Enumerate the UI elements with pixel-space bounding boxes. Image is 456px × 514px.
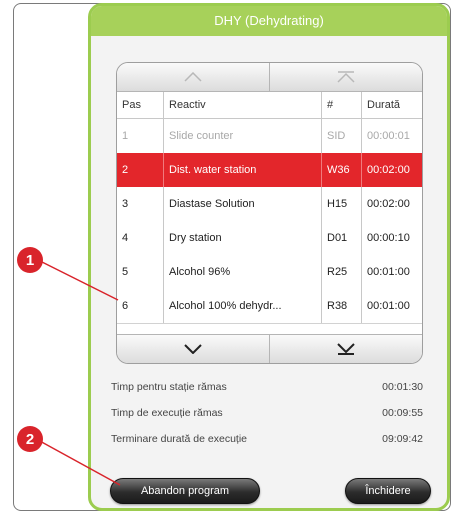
table-header: Pas Reactiv # Durată — [117, 92, 422, 119]
callout-2: 2 — [17, 426, 43, 452]
row-reagent: Slide counter — [164, 119, 322, 153]
scroll-bottom-bar — [117, 334, 422, 363]
row-duration: 00:00:01 — [367, 130, 410, 142]
row-step: 4 — [117, 221, 164, 255]
row-reagent: Dist. water station — [164, 153, 322, 187]
table-row[interactable]: 3 Diastase Solution H15 00:02:00 — [117, 187, 422, 222]
remaining-station-time: Timp pentru stație rămas 00:01:30 — [111, 381, 423, 397]
table-row-active[interactable]: 2 Dist. water station W36 00:02:00 — [117, 153, 422, 188]
row-code: SID — [322, 119, 362, 153]
scroll-to-top-button[interactable] — [269, 63, 422, 91]
scroll-top-bar — [117, 63, 422, 92]
header-duration: Durată — [367, 99, 401, 111]
remaining-run-time: Timp de execuție rămas 00:09:55 — [111, 407, 423, 423]
run-end-value: 09:09:42 — [382, 433, 423, 445]
row-step: 6 — [117, 289, 164, 323]
row-code: W36 — [322, 153, 362, 187]
table-row[interactable]: 5 Alcohol 96% R25 00:01:00 — [117, 255, 422, 290]
remaining-run-value: 00:09:55 — [382, 407, 423, 419]
row-step: 2 — [117, 153, 164, 187]
row-duration: 00:02:00 — [367, 164, 410, 176]
row-step: 1 — [117, 119, 164, 153]
row-step: 5 — [117, 255, 164, 289]
scroll-up-button[interactable] — [117, 63, 269, 91]
program-steps-table: Pas Reactiv # Durată 1 Slide counter SID… — [116, 62, 423, 364]
row-reagent: Alcohol 96% — [164, 255, 322, 289]
row-reagent: Alcohol 100% dehydr... — [164, 289, 322, 323]
run-end-time: Terminare durată de execuție 09:09:42 — [111, 433, 423, 449]
chevron-up-icon — [184, 72, 202, 82]
row-duration: 00:02:00 — [367, 198, 410, 210]
row-code: D01 — [322, 221, 362, 255]
header-step: Pas — [117, 92, 164, 118]
header-code: # — [322, 92, 362, 118]
abort-program-button[interactable]: Abandon program — [110, 478, 260, 504]
chevron-down-icon — [184, 344, 202, 354]
table-row[interactable]: 6 Alcohol 100% dehydr... R38 00:01:00 — [117, 289, 422, 324]
row-duration: 00:01:00 — [367, 300, 410, 312]
header-reagent: Reactiv — [164, 92, 322, 118]
remaining-station-label: Timp pentru stație rămas — [111, 381, 227, 393]
row-duration: 00:01:00 — [367, 266, 410, 278]
row-code: H15 — [322, 187, 362, 221]
remaining-run-label: Timp de execuție rămas — [111, 407, 223, 419]
chevron-to-bottom-icon — [337, 343, 355, 355]
row-code: R25 — [322, 255, 362, 289]
row-reagent: Dry station — [164, 221, 322, 255]
close-button[interactable]: Închidere — [345, 478, 431, 504]
dialog-title: DHY (Dehydrating) — [91, 6, 447, 36]
row-duration: 00:00:10 — [367, 232, 410, 244]
scroll-down-button[interactable] — [117, 335, 269, 363]
table-row[interactable]: 1 Slide counter SID 00:00:01 — [117, 119, 422, 154]
run-end-label: Terminare durată de execuție — [111, 433, 247, 445]
callout-1: 1 — [17, 247, 43, 273]
row-code: R38 — [322, 289, 362, 323]
program-dialog: DHY (Dehydrating) Pas Reactiv # Durată 1 — [88, 3, 450, 511]
scroll-to-bottom-button[interactable] — [269, 335, 422, 363]
table-row[interactable]: 4 Dry station D01 00:00:10 — [117, 221, 422, 256]
row-step: 3 — [117, 187, 164, 221]
remaining-station-value: 00:01:30 — [382, 381, 423, 393]
chevron-to-top-icon — [337, 71, 355, 83]
row-reagent: Diastase Solution — [164, 187, 322, 221]
